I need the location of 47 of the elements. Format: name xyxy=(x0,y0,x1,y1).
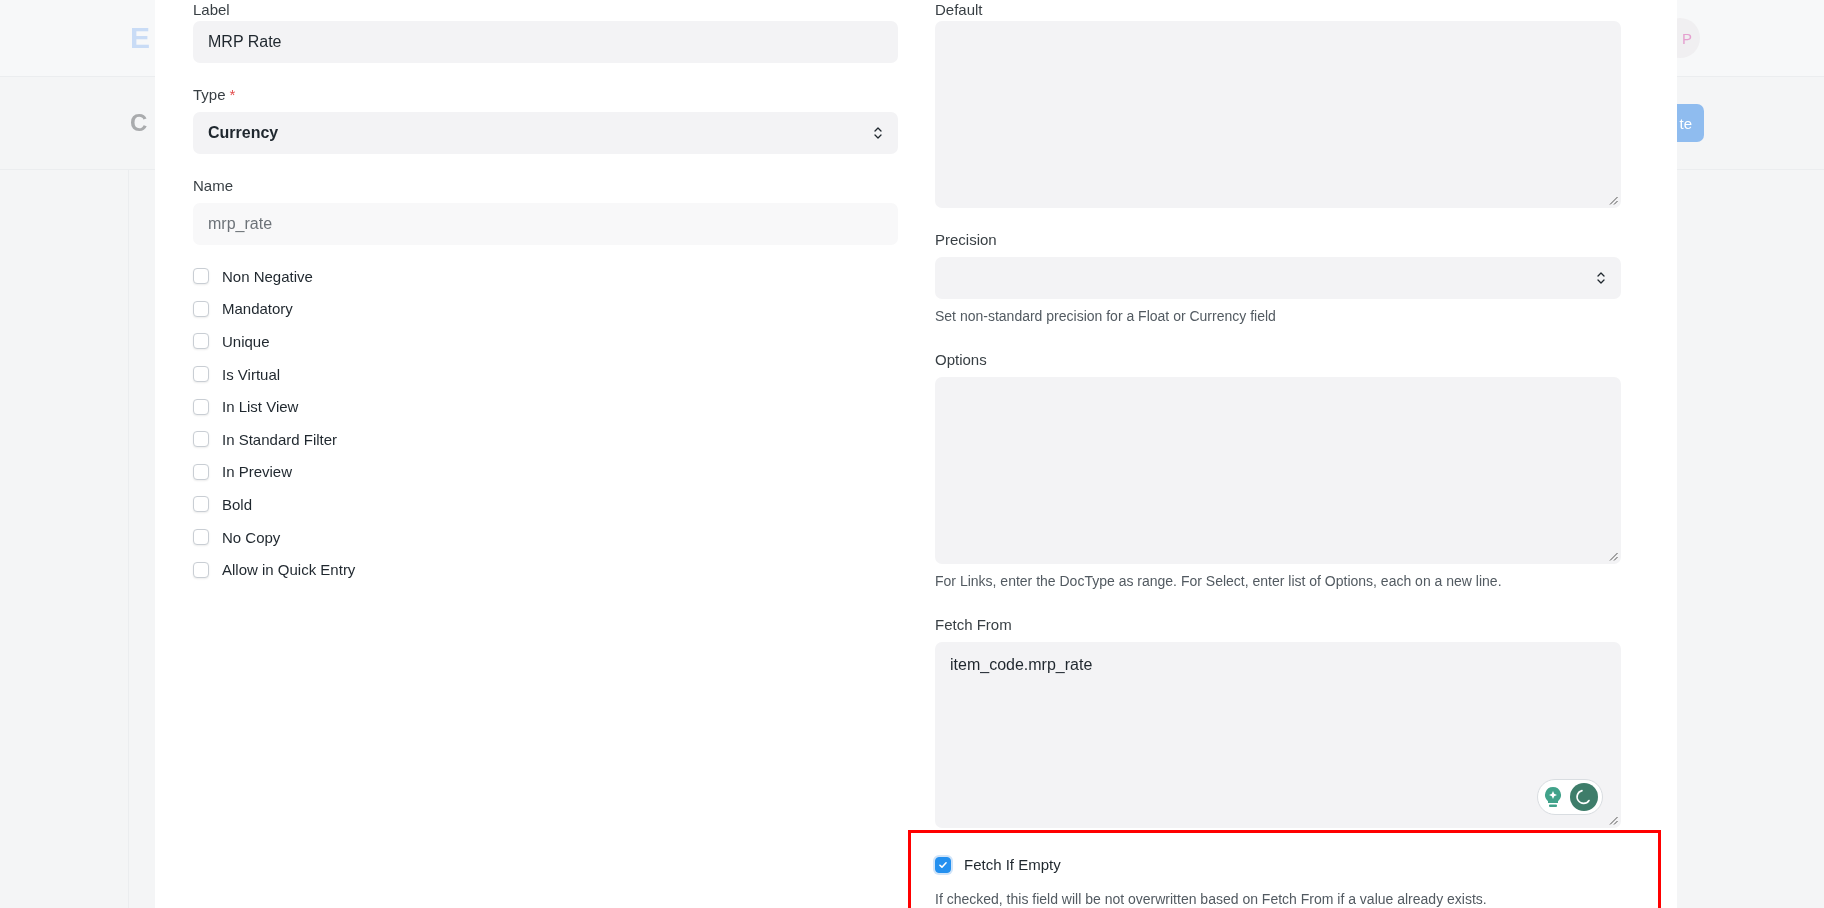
checkbox-label: In Preview xyxy=(222,463,293,481)
required-mark: * xyxy=(229,86,236,103)
chevron-up-down-icon xyxy=(873,125,883,141)
checkbox[interactable] xyxy=(193,366,209,383)
checkbox[interactable] xyxy=(935,856,951,873)
help-text: For Links, enter the DocType as range. For Select, enter list of Options, each on a new line. xyxy=(935,571,1503,590)
checkbox-label: Unique xyxy=(222,333,270,350)
page-title: C xyxy=(130,109,148,137)
field-label: Options xyxy=(935,350,988,369)
checkbox[interactable] xyxy=(193,529,209,546)
checkbox-label: In Standard Filter xyxy=(222,430,338,448)
checkbox[interactable] xyxy=(193,398,209,415)
resize-grip-icon[interactable] xyxy=(1609,816,1618,826)
checkbox-label: In List View xyxy=(222,398,299,416)
resize-grip-icon[interactable] xyxy=(1609,195,1618,205)
field-label: Fetch From xyxy=(935,615,1013,634)
select-field[interactable]: Currency xyxy=(193,112,898,154)
field-label: Type xyxy=(193,86,226,103)
select-field[interactable] xyxy=(935,256,1621,299)
field-label: Label xyxy=(193,1,231,19)
checkbox[interactable] xyxy=(193,300,209,317)
lightbulb-icon[interactable] xyxy=(1542,785,1564,810)
checkbox-label: No Copy xyxy=(222,528,281,546)
help-text: Set non-standard precision for a Float or Currency field xyxy=(935,306,1277,325)
checkbox-label: Non Negative xyxy=(222,267,313,285)
checkbox-label: Allow in Quick Entry xyxy=(222,561,356,579)
input-field[interactable]: MRP Rate xyxy=(193,21,898,63)
checkbox[interactable] xyxy=(193,431,209,448)
text-area[interactable] xyxy=(935,376,1621,564)
checkbox[interactable] xyxy=(193,496,209,513)
text-area[interactable] xyxy=(935,21,1621,208)
checkbox-label: Is Virtual xyxy=(222,365,281,383)
checkbox[interactable] xyxy=(193,333,209,350)
loading-icon[interactable] xyxy=(1570,783,1598,812)
checkbox[interactable] xyxy=(193,463,209,480)
field-label: Default xyxy=(935,1,984,19)
text-area[interactable]: item_code.mrp_rate xyxy=(935,641,1621,829)
input-field[interactable]: mrp_rate xyxy=(193,203,898,245)
checkbox-label: Fetch If Empty xyxy=(964,856,1061,874)
help-text: If checked, this field will be not overwritten based on Fetch From if a value already exists. xyxy=(935,890,1488,908)
checkbox[interactable] xyxy=(193,268,209,285)
resize-grip-icon[interactable] xyxy=(1609,551,1618,561)
checkbox[interactable] xyxy=(193,561,209,578)
field-label: Precision xyxy=(935,230,998,249)
checkbox-label: Mandatory xyxy=(222,300,293,318)
field-label: Name xyxy=(193,177,234,195)
checkbox-label: Bold xyxy=(222,495,253,513)
